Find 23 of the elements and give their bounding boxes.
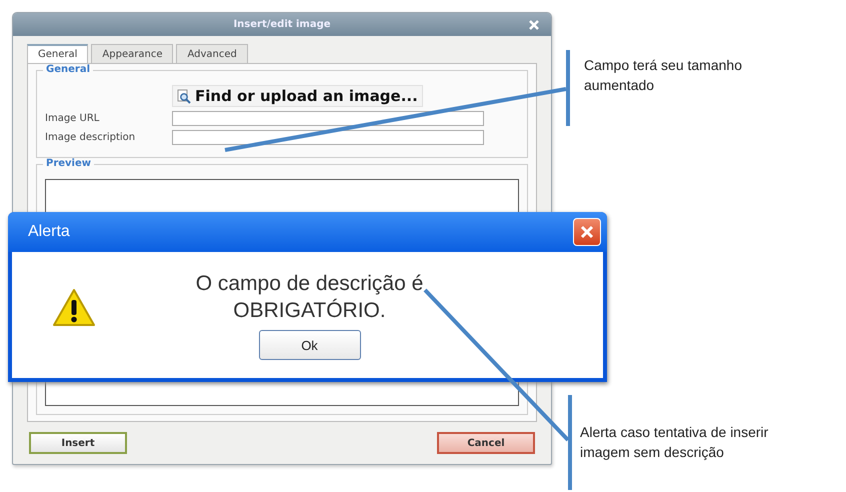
annotation-text: Alerta caso tentativa de inserir imagem sem descrição bbox=[580, 423, 770, 462]
close-button[interactable] bbox=[573, 218, 601, 246]
cancel-button[interactable]: Cancel bbox=[437, 432, 535, 454]
field-label: Image URL bbox=[45, 113, 100, 124]
group-legend: General bbox=[43, 64, 93, 75]
search-icon bbox=[177, 88, 191, 104]
warning-icon bbox=[52, 288, 96, 328]
insert-button[interactable]: Insert bbox=[29, 432, 127, 454]
ok-button[interactable]: Ok bbox=[258, 330, 360, 360]
field-label: Image description bbox=[45, 132, 136, 143]
alert-title: Alerta bbox=[28, 223, 70, 241]
window-title: Insert/edit image bbox=[233, 19, 331, 30]
close-icon[interactable] bbox=[527, 19, 541, 31]
tab[interactable]: Advanced bbox=[176, 44, 248, 63]
group-legend: Preview bbox=[43, 158, 94, 169]
tab[interactable]: Appearance bbox=[91, 44, 174, 63]
input-field[interactable] bbox=[172, 111, 484, 126]
alert-message: O campo de descrição é OBRIGATÓRIO. bbox=[194, 270, 424, 324]
input-field[interactable] bbox=[172, 130, 484, 145]
close-icon bbox=[579, 224, 595, 240]
annotation-text: Campo terá seu tamanho aumentado bbox=[584, 56, 743, 95]
find-image-button[interactable]: Find or upload an image... bbox=[172, 85, 423, 107]
tab[interactable]: General bbox=[27, 44, 88, 63]
